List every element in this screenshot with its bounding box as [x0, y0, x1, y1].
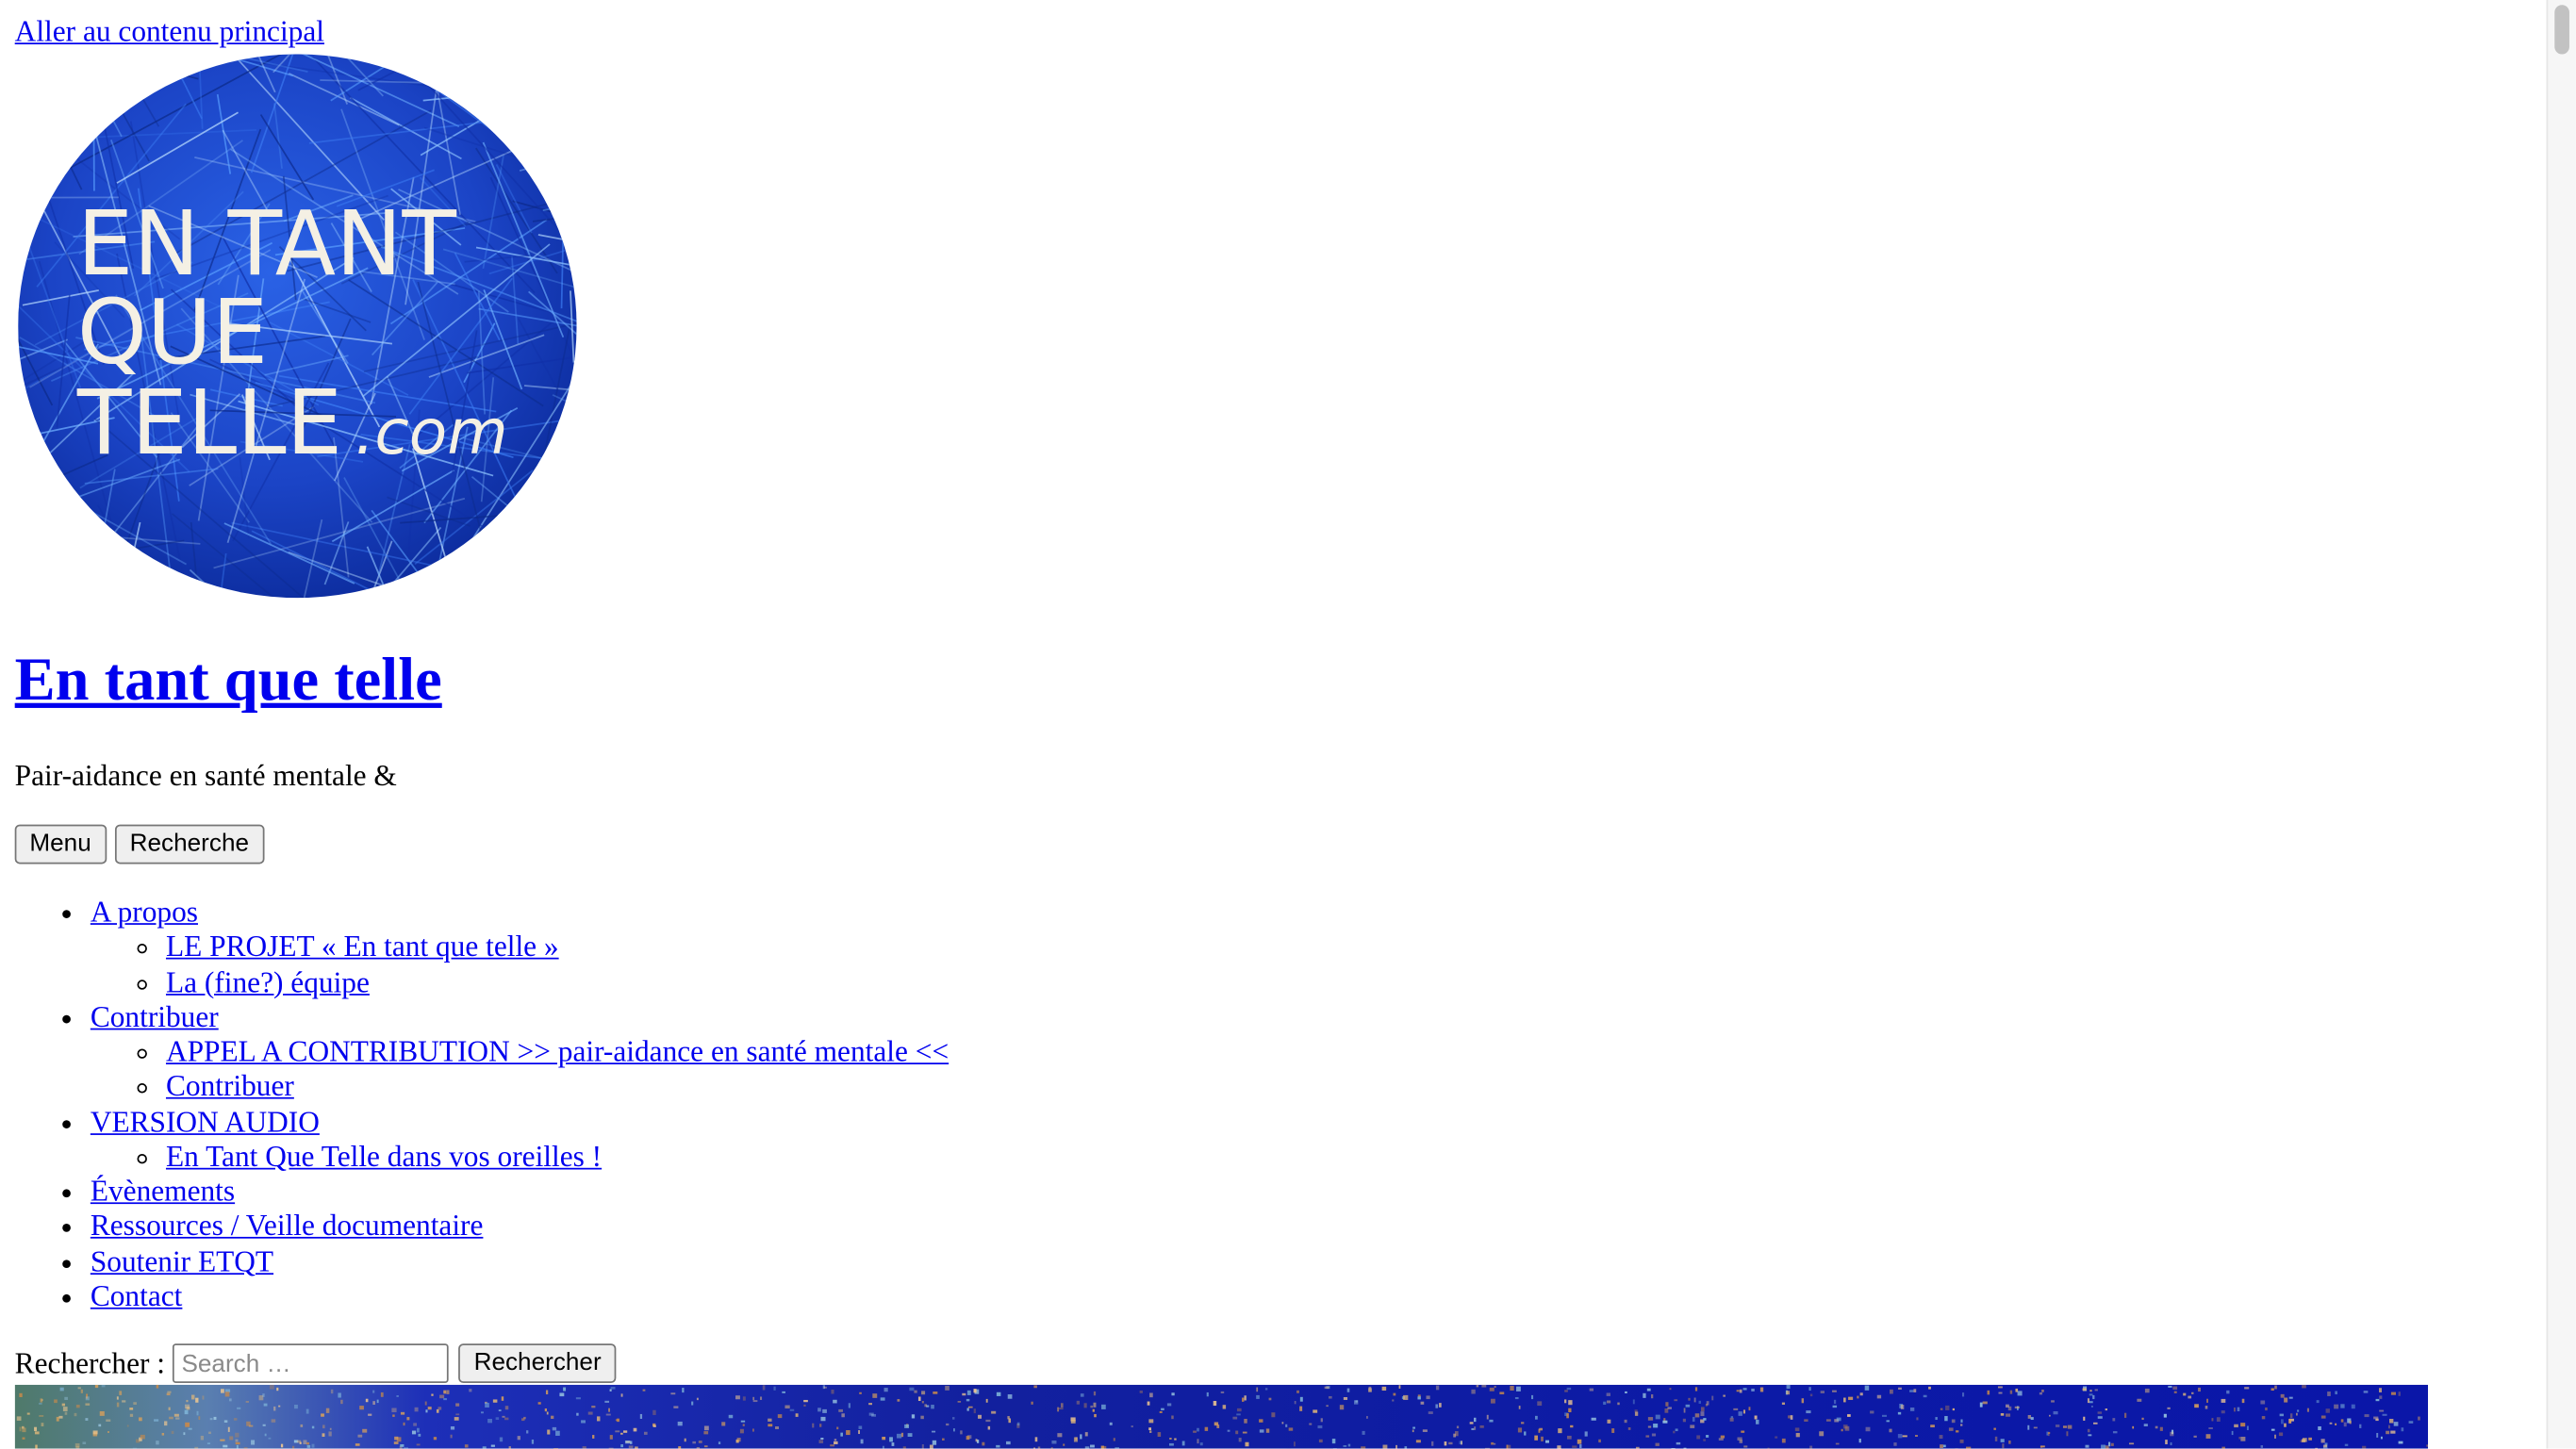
logo-suffix: .com [355, 396, 507, 469]
menu-button[interactable]: Menu [15, 825, 107, 864]
submenu-item: Contribuer [166, 1070, 949, 1105]
logo-line-2: QUE [77, 282, 268, 385]
menu-link-contribuer-sub[interactable]: Contribuer [166, 1070, 294, 1103]
header-image [15, 1385, 2428, 1449]
menu-item-ressources: Ressources / Veille documentaire [91, 1210, 949, 1244]
menu-link-soutenir[interactable]: Soutenir ETQT [91, 1244, 273, 1277]
menu-link-ressources[interactable]: Ressources / Veille documentaire [91, 1210, 484, 1243]
site-description: Pair-aidance en santé mentale & [15, 757, 397, 793]
menu-link-evenements[interactable]: Évènements [91, 1175, 235, 1208]
submenu-item: APPEL A CONTRIBUTION >> pair-aidance en … [166, 1035, 949, 1070]
site-logo[interactable]: EN TANT QUE TELLE .com [18, 54, 576, 598]
primary-menu: A propos LE PROJET « En tant que telle »… [15, 896, 949, 1314]
menu-item-contribuer: Contribuer APPEL A CONTRIBUTION >> pair-… [91, 1000, 949, 1105]
menu-link-a-propos[interactable]: A propos [91, 896, 198, 929]
search-label: Rechercher : [15, 1343, 165, 1383]
skip-to-content-link[interactable]: Aller au contenu principal [15, 13, 324, 49]
search-submit-button[interactable]: Rechercher [459, 1343, 616, 1383]
menu-link-contribuer[interactable]: Contribuer [91, 1000, 219, 1033]
menu-link-version-audio[interactable]: VERSION AUDIO [91, 1105, 320, 1138]
search-form: Rechercher : Rechercher [15, 1343, 617, 1383]
menu-item-contact: Contact [91, 1279, 949, 1314]
logo-line-3: TELLE [76, 372, 342, 475]
site-title-link[interactable]: En tant que telle [15, 647, 442, 714]
menu-link-le-projet[interactable]: LE PROJET « En tant que telle » [166, 930, 559, 963]
submenu-item: En Tant Que Telle dans vos oreilles ! [166, 1140, 949, 1175]
page: Aller au contenu principal EN TANT QUE T… [0, 0, 2576, 1449]
search-toggle-button[interactable]: Recherche [115, 825, 264, 864]
menu-link-contact[interactable]: Contact [91, 1279, 183, 1312]
site-logo-image: EN TANT QUE TELLE .com [18, 54, 576, 598]
menu-item-soutenir: Soutenir ETQT [91, 1244, 949, 1279]
site-title: En tant que telle [15, 640, 442, 722]
menu-item-a-propos: A propos LE PROJET « En tant que telle »… [91, 896, 949, 1000]
scrollbar-thumb[interactable] [2554, 5, 2569, 54]
menu-item-evenements: Évènements [91, 1175, 949, 1210]
submenu-version-audio: En Tant Que Telle dans vos oreilles ! [91, 1140, 949, 1175]
header-image-artwork [15, 1385, 2428, 1449]
search-input[interactable] [173, 1343, 450, 1383]
menu-item-version-audio: VERSION AUDIO En Tant Que Telle dans vos… [91, 1105, 949, 1175]
menu-link-oreilles[interactable]: En Tant Que Telle dans vos oreilles ! [166, 1140, 602, 1173]
submenu-contribuer: APPEL A CONTRIBUTION >> pair-aidance en … [91, 1035, 949, 1105]
submenu-item: La (fine?) équipe [166, 965, 949, 1000]
submenu-a-propos: LE PROJET « En tant que telle » La (fine… [91, 930, 949, 1000]
vertical-scrollbar[interactable] [2547, 0, 2576, 1449]
menu-link-appel-contribution[interactable]: APPEL A CONTRIBUTION >> pair-aidance en … [166, 1035, 949, 1068]
menu-link-equipe[interactable]: La (fine?) équipe [166, 965, 370, 998]
submenu-item: LE PROJET « En tant que telle » [166, 930, 949, 965]
logo-line-1: EN TANT [77, 193, 457, 296]
